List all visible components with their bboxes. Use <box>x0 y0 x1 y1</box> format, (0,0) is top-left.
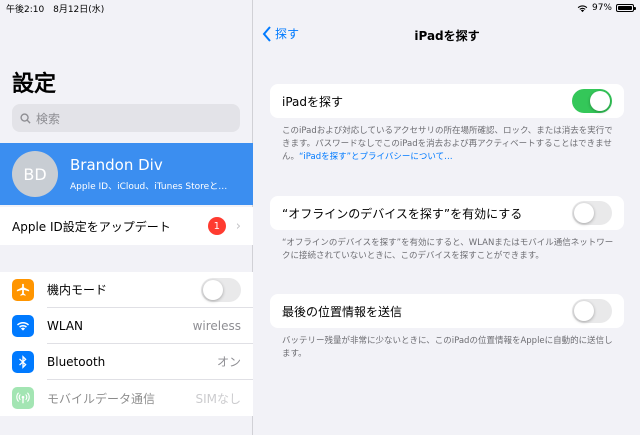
sidebar-item-bluetooth[interactable]: Bluetooth オン <box>0 344 253 380</box>
mobile-data-label: モバイルデータ通信 <box>47 391 156 406</box>
status-left: 午後2:10 8月12日(水) <box>6 2 110 15</box>
apple-id-update-row[interactable]: Apple ID設定をアップデート 1 › <box>0 207 253 245</box>
airplane-label: 機内モード <box>47 283 108 297</box>
mobile-data-value: SIMなし <box>195 391 241 406</box>
offline-finding-row: “オフラインのデバイスを探す”を有効にする <box>270 196 624 230</box>
wlan-row-content: WLAN wireless <box>47 308 253 344</box>
privacy-link[interactable]: “iPadを探す”とプライバシーについて… <box>299 152 453 162</box>
wifi-status-icon <box>577 4 588 12</box>
sidebar: 設定 検索 BD Brandon Div Apple ID、iCloud、iTu… <box>0 0 253 435</box>
detail-pane: 探す iPadを探す iPadを探す このiPadおよび対応しているアクセサリの… <box>254 0 640 435</box>
battery-icon <box>616 4 636 12</box>
settings-group: 機内モード WLAN wireless Bluetooth オン モバイルデータ… <box>0 272 253 416</box>
airplane-row-content: 機内モード <box>47 272 253 308</box>
profile-name: Brandon Div <box>70 156 163 174</box>
sidebar-item-airplane-mode[interactable]: 機内モード <box>0 272 253 308</box>
sidebar-title: 設定 <box>12 72 57 97</box>
offline-label: “オフラインのデバイスを探す”を有効にする <box>282 206 523 221</box>
nav-bar: 探す iPadを探す <box>254 20 640 50</box>
bluetooth-label: Bluetooth <box>47 354 106 369</box>
bluetooth-row-content: Bluetooth オン <box>47 344 253 380</box>
sidebar-item-wlan[interactable]: WLAN wireless <box>0 308 253 344</box>
status-date: 8月12日(水) <box>53 4 105 15</box>
avatar: BD <box>12 151 58 197</box>
find-ipad-toggle[interactable] <box>572 89 612 113</box>
update-badge: 1 <box>207 217 226 235</box>
offline-note: “オフラインのデバイスを探す”を有効にすると、WLANまたはモバイル通信ネットワ… <box>282 238 614 261</box>
find-ipad-label: iPadを探す <box>282 94 344 109</box>
wifi-icon <box>12 315 34 337</box>
update-label: Apple ID設定をアップデート <box>12 219 171 234</box>
antenna-icon <box>12 387 34 409</box>
profile-row[interactable]: BD Brandon Div Apple ID、iCloud、iTunes St… <box>0 143 253 205</box>
search-placeholder: 検索 <box>36 111 61 126</box>
send-last-location-toggle[interactable] <box>572 299 612 323</box>
airplane-mode-toggle[interactable] <box>201 277 241 302</box>
wlan-value: wireless <box>192 318 241 333</box>
update-right: 1 › <box>207 217 241 235</box>
search-input[interactable]: 検索 <box>12 104 240 132</box>
send-last-location-row: 最後の位置情報を送信 <box>270 294 624 328</box>
battery-percent: 97% <box>591 3 612 13</box>
last-location-label: 最後の位置情報を送信 <box>282 304 403 319</box>
offline-finding-toggle[interactable] <box>572 201 612 225</box>
bluetooth-icon <box>12 351 34 373</box>
airplane-icon <box>12 279 34 301</box>
status-time: 午後2:10 <box>6 4 45 15</box>
sidebar-item-mobile-data[interactable]: モバイルデータ通信 SIMなし <box>0 380 253 416</box>
search-icon <box>20 112 31 124</box>
status-bar: 午後2:10 8月12日(水) 97% <box>0 0 640 16</box>
chevron-right-icon: › <box>235 218 241 234</box>
bluetooth-value: オン <box>216 355 241 369</box>
wlan-label: WLAN <box>47 318 84 333</box>
last-location-note: バッテリー残量が非常に少ないときに、このiPadの位置情報をAppleに自動的に… <box>282 336 613 359</box>
battery-fill <box>618 6 632 10</box>
profile-text: Brandon Div Apple ID、iCloud、iTunes Store… <box>70 156 240 192</box>
find-ipad-row: iPadを探す <box>270 84 624 118</box>
find-ipad-note: このiPadおよび対応しているアクセサリの所在場所確認、ロック、または消去を実行… <box>282 125 620 164</box>
status-right: 97% <box>577 3 636 13</box>
mobile-data-row-content: モバイルデータ通信 SIMなし <box>47 380 253 416</box>
profile-subtitle: Apple ID、iCloud、iTunes Storeと… <box>70 182 228 192</box>
page-title: iPadを探す <box>414 29 480 43</box>
